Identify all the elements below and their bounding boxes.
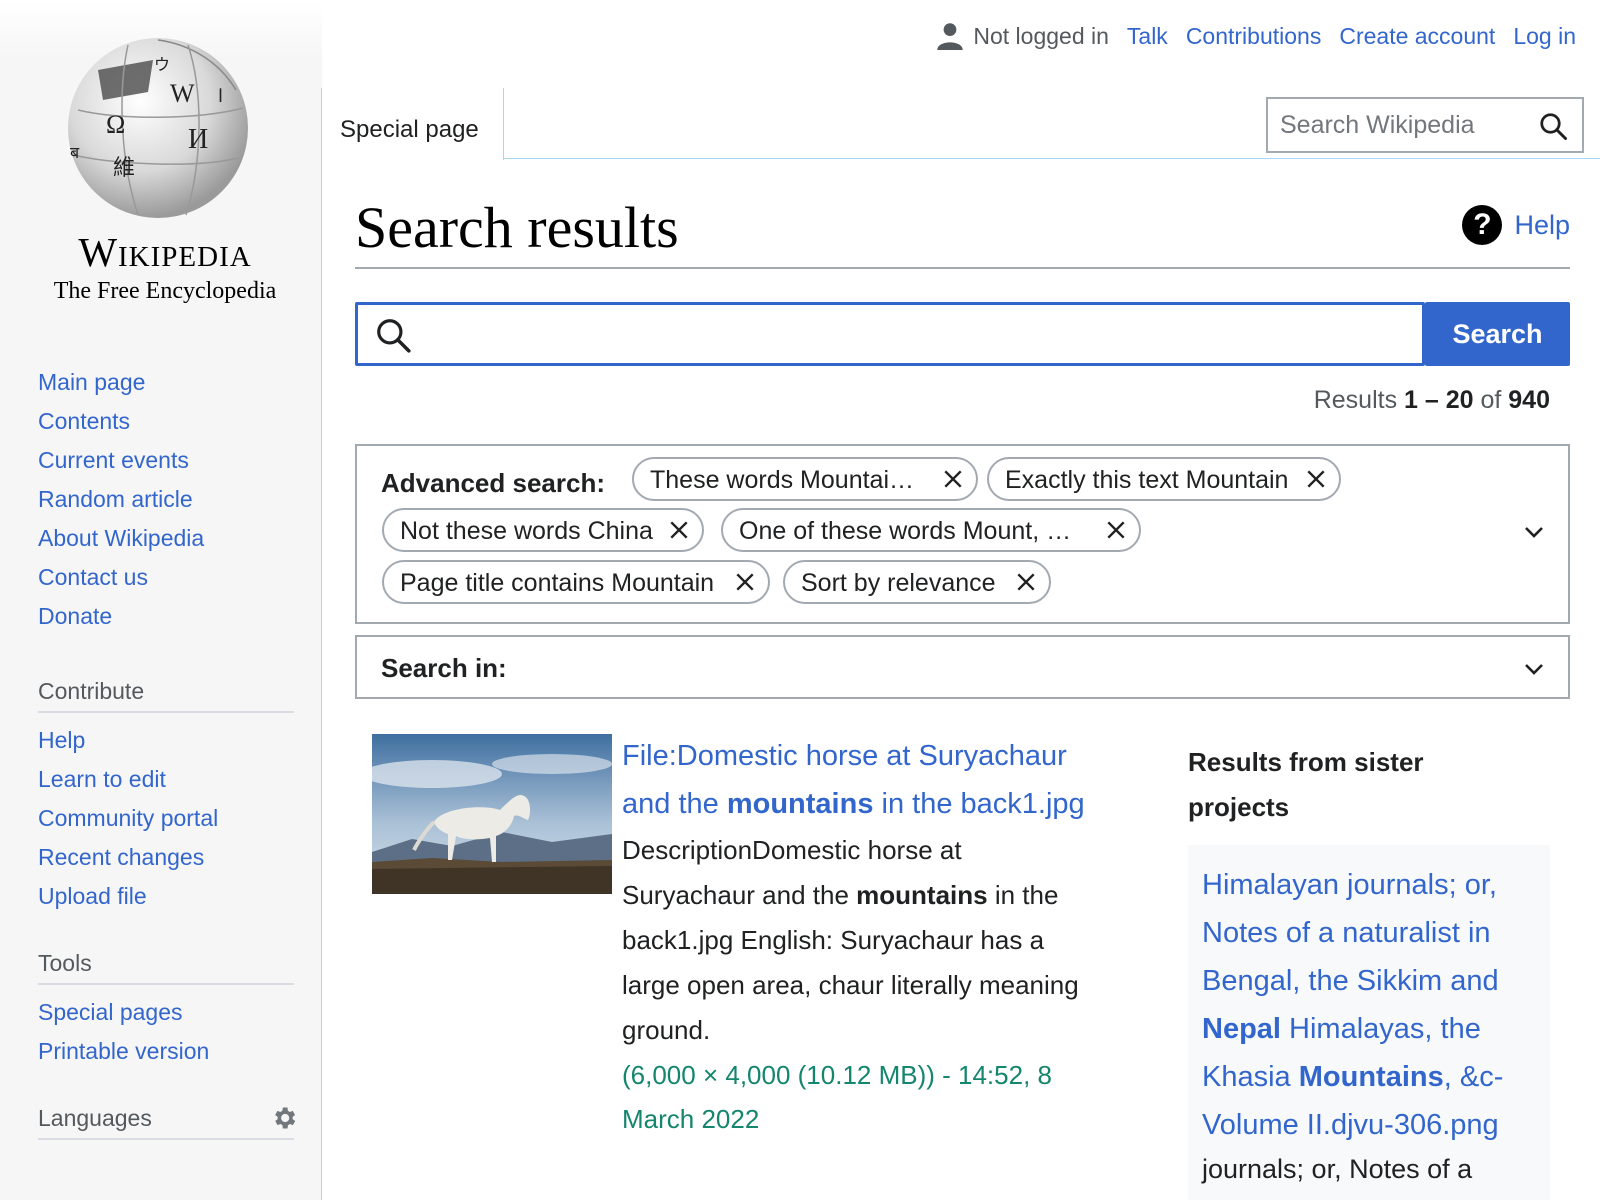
nav-printable-version[interactable]: Printable version <box>38 1038 209 1064</box>
globe-glyph: W <box>170 79 195 108</box>
results-prefix: Results <box>1313 386 1405 414</box>
search-in-panel[interactable]: Search in: <box>355 635 1570 699</box>
sister-projects-panel: Himalayan journals; or, Notes of a natur… <box>1188 845 1550 1200</box>
wordmark: Wikipedia <box>78 229 252 275</box>
search-in-label: Search in: <box>381 653 507 683</box>
advanced-search-panel: Advanced search: These words Mountai… Ex… <box>355 444 1570 624</box>
nav-help[interactable]: Help <box>38 727 85 753</box>
tagline: The Free Encyclopedia <box>53 278 277 304</box>
gear-icon[interactable] <box>270 1104 298 1132</box>
languages-heading: Languages <box>38 1105 294 1140</box>
result-snippet-match: mountains <box>856 880 988 910</box>
sister-result-snippet: journals; or, Notes of a <box>1202 1154 1473 1184</box>
chip-exactly-this-text[interactable]: Exactly this text Mountain <box>987 457 1341 501</box>
tools-heading: Tools <box>38 950 294 985</box>
close-icon[interactable] <box>734 571 756 593</box>
help-label: Help <box>1514 209 1570 240</box>
main-search-input[interactable] <box>424 315 1414 353</box>
nav-recent-changes[interactable]: Recent changes <box>38 844 204 870</box>
chip-label: One of these words Mount, … <box>739 517 1072 545</box>
wikipedia-globe-icon: W Ω И 維 ウ ब ا <box>68 38 248 218</box>
result-title-match: mountains <box>726 788 874 820</box>
create-account-link[interactable]: Create account <box>1339 23 1495 50</box>
globe-glyph: Ω <box>106 110 125 139</box>
results-range: 1 – 20 <box>1404 386 1474 414</box>
result-title-part: in the back1.jpg <box>873 788 1085 820</box>
result-metadata: (6,000 × 4,000 (10.12 MB)) - 14:52, 8 Ma… <box>622 1060 1052 1134</box>
close-icon[interactable] <box>1015 571 1037 593</box>
chip-not-these-words[interactable]: Not these words China <box>382 508 704 552</box>
log-in-link[interactable]: Log in <box>1513 23 1576 50</box>
nav-random-article[interactable]: Random article <box>38 486 193 512</box>
search-result: File:Domestic horse at Suryachaur and th… <box>622 732 1092 1141</box>
sidebar: W Ω И 維 ウ ब ا Wikipedia The Free Encyclo… <box>0 0 322 1200</box>
chip-label: Not these words China <box>400 517 653 545</box>
nav-contact-us[interactable]: Contact us <box>38 564 148 590</box>
contribute-menu: Help Learn to edit Community portal Rece… <box>38 721 218 916</box>
header-search-box <box>1266 97 1584 153</box>
contribute-heading: Contribute <box>38 678 294 713</box>
chevron-down-icon[interactable] <box>1522 659 1546 679</box>
results-total: 940 <box>1508 386 1550 414</box>
not-logged-in-text: Not logged in <box>973 22 1109 49</box>
header-search-input[interactable] <box>1280 107 1530 143</box>
close-icon[interactable] <box>1305 468 1327 490</box>
help-question-icon: ? <box>1462 205 1503 245</box>
tab-special-page[interactable]: Special page <box>322 88 504 160</box>
tab-underline <box>504 158 1600 159</box>
chip-sort-by[interactable]: Sort by relevance <box>783 560 1051 604</box>
chip-page-title-contains[interactable]: Page title contains Mountain <box>382 560 770 604</box>
nav-donate[interactable]: Donate <box>38 603 112 629</box>
close-icon[interactable] <box>668 519 690 541</box>
navigation-menu: Main page Contents Current events Random… <box>38 363 204 636</box>
globe-glyph: ウ <box>154 56 170 74</box>
result-title-link[interactable]: File:Domestic horse at Suryachaur and th… <box>622 740 1085 820</box>
nav-learn-to-edit[interactable]: Learn to edit <box>38 766 166 792</box>
nav-special-pages[interactable]: Special pages <box>38 999 183 1025</box>
user-icon <box>937 23 964 50</box>
close-icon[interactable] <box>1105 519 1127 541</box>
close-icon[interactable] <box>942 468 964 490</box>
chip-these-words[interactable]: These words Mountai… <box>632 457 978 501</box>
main-search-box <box>355 302 1425 366</box>
results-of: of <box>1473 386 1509 414</box>
chip-label: Page title contains Mountain <box>400 569 715 597</box>
globe-glyph: И <box>188 124 208 155</box>
wikipedia-logo[interactable]: W Ω И 維 ウ ब ا Wikipedia The Free Encyclo… <box>40 30 290 310</box>
talk-link[interactable]: Talk <box>1127 23 1168 50</box>
globe-glyph: 維 <box>113 155 135 180</box>
search-button[interactable]: Search <box>1425 302 1570 366</box>
advanced-search-label: Advanced search: <box>381 468 605 498</box>
contributions-link[interactable]: Contributions <box>1186 23 1322 50</box>
chip-one-of-these-words[interactable]: One of these words Mount, … <box>721 508 1141 552</box>
chevron-down-icon[interactable] <box>1522 522 1546 542</box>
search-icon[interactable] <box>1538 111 1568 141</box>
sister-result-link[interactable]: Himalayan journals; or, Notes of a natur… <box>1202 869 1503 1141</box>
result-snippet: DescriptionDomestic horse at Suryachaur … <box>622 828 1092 1053</box>
search-icon <box>377 319 411 353</box>
sister-link-match: Nepal <box>1202 1013 1281 1045</box>
nav-upload-file[interactable]: Upload file <box>38 883 147 909</box>
personal-tools: Not logged in Talk Contributions Create … <box>937 22 1576 50</box>
page-title: Search results <box>355 195 679 260</box>
nav-community-portal[interactable]: Community portal <box>38 805 218 831</box>
nav-contents[interactable]: Contents <box>38 408 130 434</box>
chip-label: Sort by relevance <box>801 569 996 597</box>
result-thumbnail[interactable] <box>372 734 612 894</box>
globe-glyph: ब <box>70 145 80 162</box>
chip-label: These words Mountai… <box>650 466 915 494</box>
results-count: Results 1 – 20 of 940 <box>1314 386 1550 415</box>
sidebar-divider <box>321 88 322 1200</box>
sister-link-match: Mountains <box>1298 1061 1444 1093</box>
title-divider <box>355 267 1570 269</box>
nav-current-events[interactable]: Current events <box>38 447 189 473</box>
chip-label: Exactly this text Mountain <box>1005 466 1289 494</box>
sister-link-part: Himalayan journals; or, Notes of a natur… <box>1202 869 1499 997</box>
nav-main-page[interactable]: Main page <box>38 369 145 395</box>
nav-about-wikipedia[interactable]: About Wikipedia <box>38 525 204 551</box>
tools-menu: Special pages Printable version <box>38 993 209 1071</box>
help-link[interactable]: ? Help <box>1462 205 1570 245</box>
globe-glyph: ا <box>218 86 223 106</box>
sister-projects-heading: Results from sister projects <box>1188 747 1424 822</box>
